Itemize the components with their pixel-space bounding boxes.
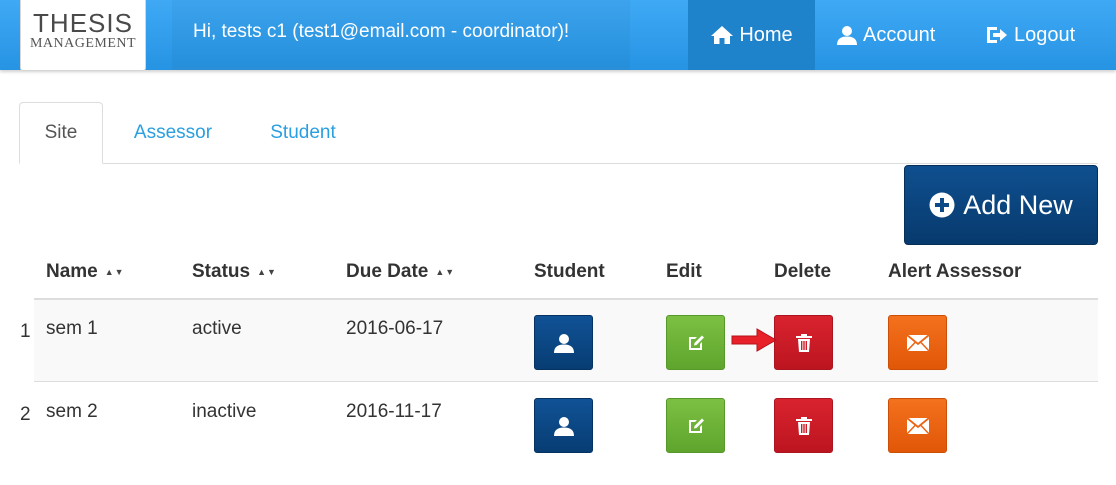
trash-icon [795,416,812,435]
tab-site[interactable]: Site [19,102,103,164]
alert-assessor-button[interactable] [888,398,947,453]
sort-icon: ▲▼ [104,267,125,277]
envelope-icon [905,333,930,352]
row-status: inactive [192,401,257,422]
edit-button[interactable] [666,398,725,453]
student-button[interactable] [534,315,593,370]
logout-icon [987,27,1007,43]
sort-icon: ▲▼ [257,267,277,277]
row-due-date: 2016-11-17 [346,401,442,422]
nav-home-label: Home [739,23,793,46]
trash-icon [795,333,812,352]
greeting-banner: Hi, tests c1 (test1@email.com - coordina… [172,0,630,70]
column-header-status[interactable]: Status ▲▼ [192,261,277,283]
row-status: active [192,318,242,339]
sort-icon: ▲▼ [435,267,456,277]
user-icon [553,416,574,436]
row-index: 2 [20,404,31,425]
row-name: sem 2 [46,401,98,422]
column-header-name-label: Name [46,261,98,282]
user-icon [553,333,574,353]
tab-bar: Site Assessor Student [19,102,1098,164]
logo[interactable]: THESIS MANAGEMENT [20,0,146,71]
logo-line-2: MANAGEMENT [29,36,137,51]
row-due-date: 2016-06-17 [346,318,444,339]
table-row: 1 sem 1 active 2016-06-17 [0,300,1116,382]
tab-student[interactable]: Student [255,102,351,164]
student-button[interactable] [534,398,593,453]
table-row: 2 sem 2 inactive 2016-11-17 [0,383,1116,465]
user-icon [837,26,857,45]
column-header-edit: Edit [666,261,702,282]
delete-button[interactable] [774,315,833,370]
nav-logout[interactable]: Logout [985,0,1085,70]
red-arrow-icon [731,328,777,352]
delete-button[interactable] [774,398,833,453]
greeting-text: Hi, tests c1 (test1@email.com - coordina… [193,21,570,42]
row-divider [34,381,1098,382]
plus-circle-icon [929,192,955,218]
add-new-label: Add New [963,189,1073,220]
row-name: sem 1 [46,318,98,339]
alert-assessor-button[interactable] [888,315,947,370]
column-header-status-label: Status [192,261,251,282]
logo-line-1: THESIS [33,8,133,38]
envelope-icon [905,416,930,435]
add-new-button[interactable]: Add New [904,165,1098,245]
top-navbar: THESIS MANAGEMENT Hi, tests c1 (test1@em… [0,0,1116,71]
column-header-delete: Delete [774,261,832,282]
edit-icon [688,418,704,433]
edit-button[interactable] [666,315,725,370]
tab-assessor[interactable]: Assessor [119,102,227,164]
column-header-due-date-label: Due Date [346,261,429,282]
column-header-alert-assessor: Alert Assessor [888,261,1022,282]
home-icon [711,26,734,44]
row-index: 1 [20,321,31,342]
column-header-student: Student [534,261,605,282]
column-header-name[interactable]: Name ▲▼ [46,261,125,283]
nav-logout-label: Logout [1014,23,1076,46]
edit-icon [688,335,704,350]
nav-home[interactable]: Home [688,0,815,70]
column-header-due-date[interactable]: Due Date ▲▼ [346,261,455,283]
nav-account[interactable]: Account [836,0,946,70]
nav-account-label: Account [863,23,936,46]
